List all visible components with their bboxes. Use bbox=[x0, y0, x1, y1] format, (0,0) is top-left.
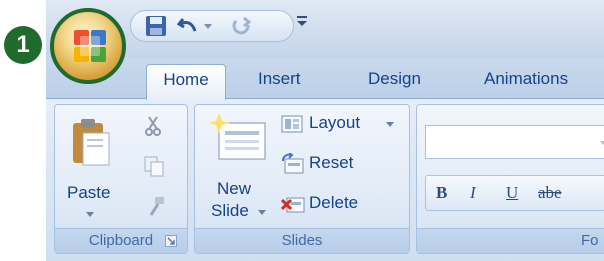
layout-label: Layout bbox=[309, 113, 361, 132]
delete-label: Delete bbox=[309, 193, 359, 212]
font-format-toolbar: B I U abe bbox=[425, 175, 604, 211]
delete-icon bbox=[281, 197, 305, 213]
format-painter-icon[interactable] bbox=[145, 195, 167, 217]
layout-button[interactable]: Layout bbox=[281, 111, 401, 139]
dialog-launcher-icon[interactable] bbox=[165, 235, 177, 247]
layout-dropdown-icon[interactable] bbox=[385, 121, 395, 129]
italic-button[interactable]: I bbox=[470, 183, 476, 203]
new-slide-label-line2: Slide bbox=[211, 201, 249, 220]
reset-label: Reset bbox=[309, 153, 354, 172]
reset-icon bbox=[282, 153, 304, 174]
copy-icon[interactable] bbox=[143, 155, 165, 177]
font-name-dropdown-icon[interactable] bbox=[600, 140, 604, 146]
office-button[interactable] bbox=[50, 8, 126, 84]
underline-button[interactable]: U bbox=[506, 183, 518, 203]
tab-home[interactable]: Home bbox=[146, 64, 226, 100]
paste-button[interactable]: Paste bbox=[61, 111, 119, 223]
clipboard-group-label: Clipboard bbox=[55, 228, 187, 253]
customize-qat-icon[interactable] bbox=[296, 14, 308, 32]
reset-button[interactable]: Reset bbox=[281, 151, 401, 179]
new-slide-dropdown-icon[interactable] bbox=[257, 209, 267, 217]
callout-badge: 1 bbox=[4, 26, 42, 64]
paste-icon bbox=[73, 119, 110, 166]
layout-icon bbox=[281, 115, 303, 133]
bold-button[interactable]: B bbox=[436, 183, 447, 203]
cut-icon[interactable] bbox=[143, 115, 165, 137]
tab-design[interactable]: Design bbox=[368, 64, 421, 98]
font-name-input[interactable] bbox=[425, 125, 604, 159]
clipboard-group: Paste Clipboard bbox=[54, 104, 188, 254]
font-group: B I U abe Fo bbox=[416, 104, 604, 254]
paste-label: Paste bbox=[67, 183, 111, 202]
undo-icon[interactable] bbox=[177, 15, 199, 37]
save-icon[interactable] bbox=[145, 15, 167, 37]
strikethrough-button[interactable]: abe bbox=[538, 183, 562, 203]
font-group-label: Fo bbox=[417, 228, 604, 253]
new-slide-button[interactable]: New Slide bbox=[201, 109, 273, 225]
office-logo-icon bbox=[74, 30, 106, 62]
redo-icon[interactable] bbox=[231, 15, 253, 37]
tab-insert[interactable]: Insert bbox=[258, 64, 301, 98]
new-slide-label-line1: New bbox=[217, 179, 252, 198]
delete-button[interactable]: Delete bbox=[281, 191, 401, 219]
new-slide-icon bbox=[209, 113, 266, 160]
quick-access-toolbar bbox=[130, 10, 294, 42]
paste-dropdown-icon[interactable] bbox=[85, 211, 95, 219]
undo-dropdown-icon[interactable] bbox=[203, 21, 213, 31]
slides-group: New Slide Layout Reset Delete Slides bbox=[194, 104, 410, 254]
slides-group-label: Slides bbox=[195, 228, 409, 253]
clipboard-label-text: Clipboard bbox=[88, 232, 154, 249]
tab-animations[interactable]: Animations bbox=[484, 64, 568, 98]
